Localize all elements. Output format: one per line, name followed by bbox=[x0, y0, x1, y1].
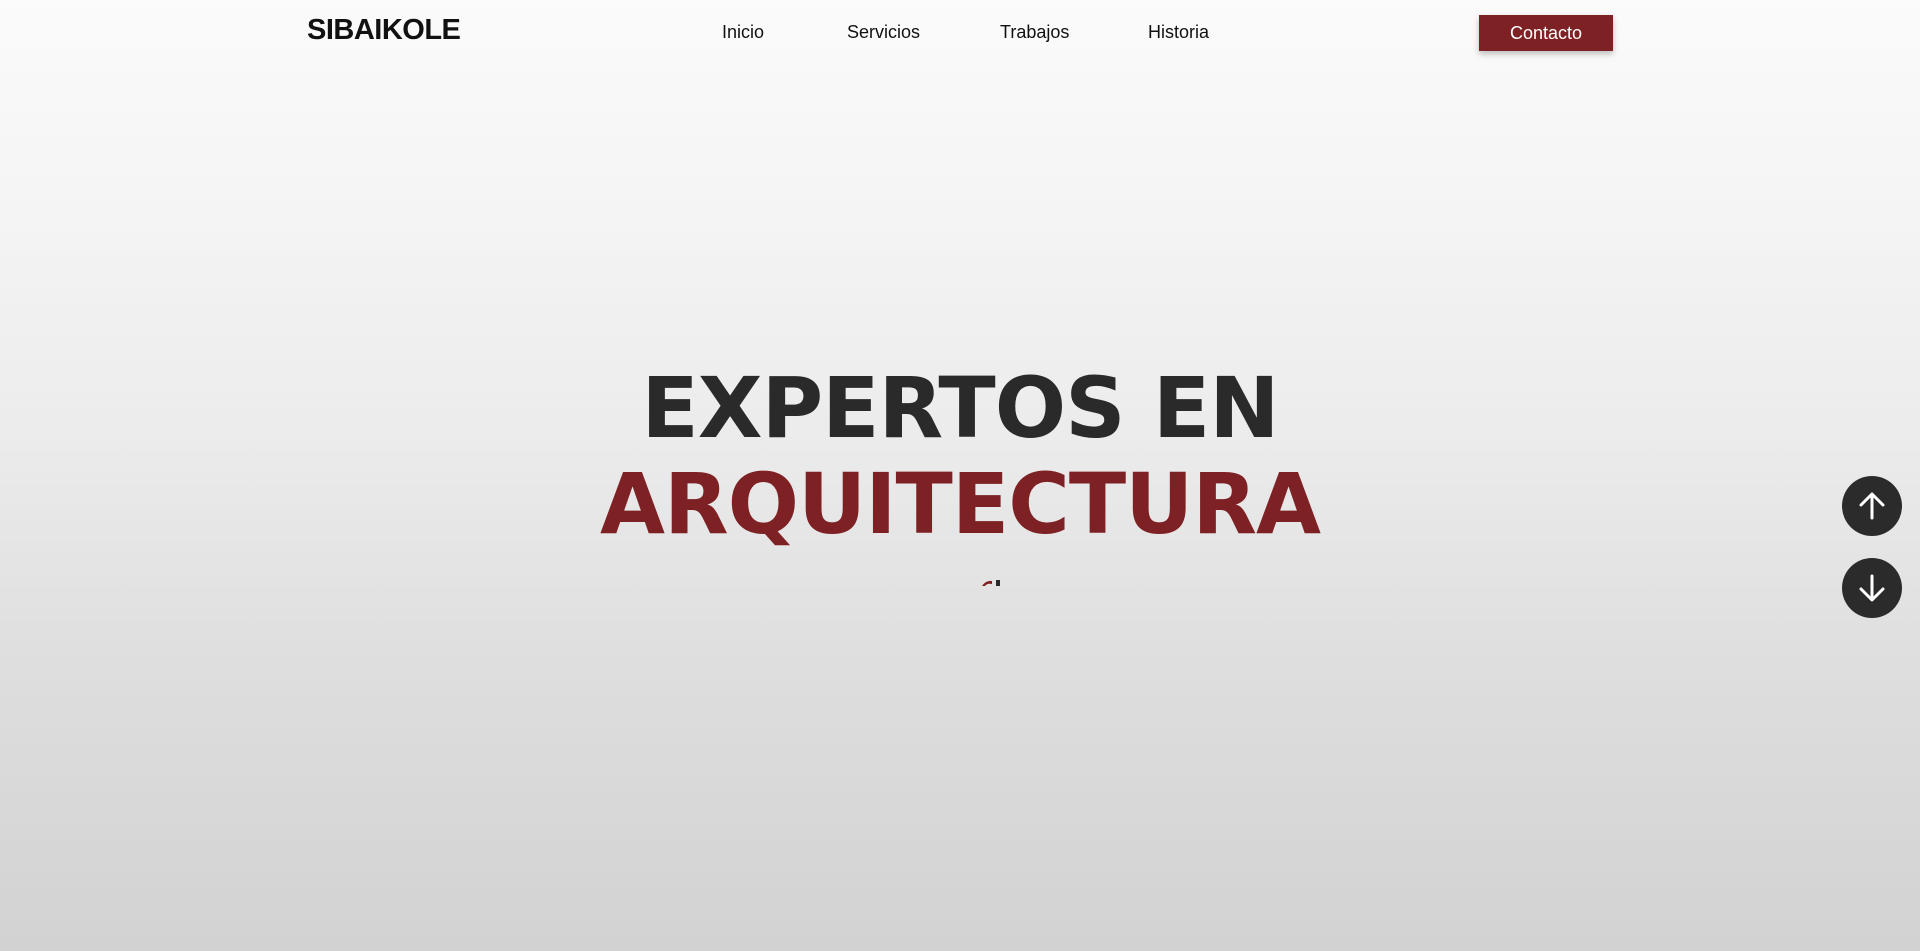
arrow-up-icon bbox=[1859, 492, 1885, 520]
nav-item-trabajos[interactable]: Trabajos bbox=[1000, 22, 1069, 43]
hero-title-line-2: ARQUITECTURA bbox=[599, 455, 1321, 553]
hero-title-line-1: EXPERTOS EN bbox=[641, 359, 1279, 457]
nav-item-servicios[interactable]: Servicios bbox=[847, 22, 920, 43]
nav-item-historia[interactable]: Historia bbox=[1148, 22, 1209, 43]
scroll-up-button[interactable] bbox=[1842, 476, 1902, 536]
nav-item-inicio[interactable]: Inicio bbox=[722, 22, 764, 43]
contact-button[interactable]: Contacto bbox=[1479, 15, 1613, 51]
hero-next-line-clipped bbox=[0, 580, 1920, 588]
arrow-down-icon bbox=[1859, 574, 1885, 602]
scroll-down-button[interactable] bbox=[1842, 558, 1902, 618]
site-header: SIBAIKOLE Inicio Servicios Trabajos Hist… bbox=[0, 0, 1920, 70]
main-nav: Inicio Servicios Trabajos Historia bbox=[0, 22, 1920, 48]
hero-section: EXPERTOS EN ARQUITECTURA bbox=[0, 360, 1920, 552]
clipped-text-fragment bbox=[982, 580, 1000, 586]
